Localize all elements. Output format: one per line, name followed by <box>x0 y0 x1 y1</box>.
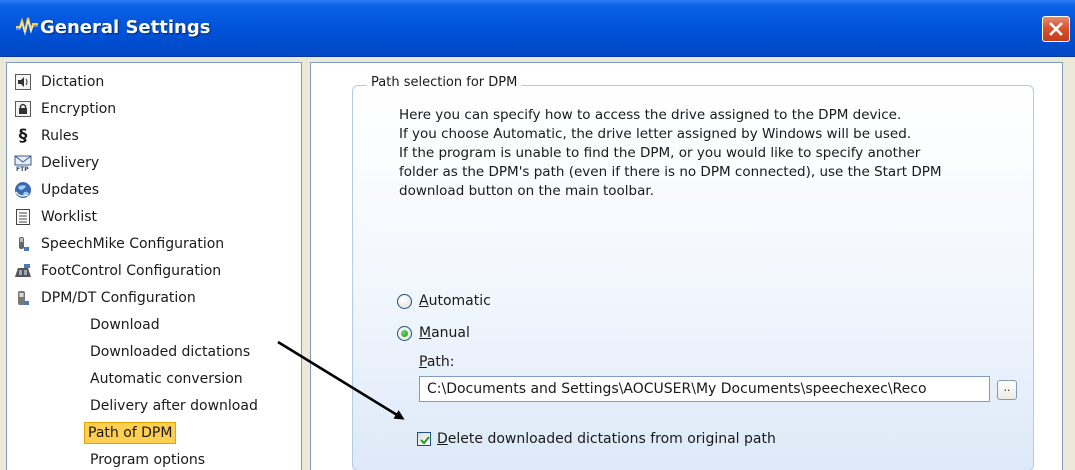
tree-item-speechmike-configuration[interactable]: SpeechMike Configuration <box>14 233 224 255</box>
tree-item-label: Delivery <box>41 155 100 171</box>
description-text: Here you can specify how to access the d… <box>399 106 999 201</box>
automatic-radio-label: Automatic <box>419 293 491 309</box>
settings-content-panel: Path selection for DPM Here you can spec… <box>310 62 1063 470</box>
label-rest: utomatic <box>428 293 491 309</box>
browse-button[interactable]: .. <box>997 380 1017 400</box>
label-rest: anual <box>431 325 470 341</box>
path-input[interactable]: C:\Documents and Settings\AOCUSER\My Doc… <box>419 376 990 402</box>
window-title: General Settings <box>40 17 211 38</box>
settings-tree: Dictation Encryption § Rules FTP Deliver… <box>6 62 302 470</box>
tree-item-dpm-dt-configuration[interactable]: DPM/DT Configuration <box>14 287 196 309</box>
tree-item-label: Updates <box>41 182 99 198</box>
tree-subitem-label: Path of DPM <box>88 425 173 441</box>
ftp-mail-icon: FTP <box>14 154 32 172</box>
access-key: M <box>419 325 432 341</box>
manual-radio-label: Manual <box>419 325 470 341</box>
tree-subitem-path-of-dpm[interactable]: Path of DPM <box>84 422 177 444</box>
section-icon: § <box>18 126 28 146</box>
tree-subitem-label: Download <box>90 317 160 333</box>
tree-item-encryption[interactable]: Encryption <box>14 98 116 120</box>
footcontrol-icon <box>14 262 32 280</box>
tree-subitem-download[interactable]: Download <box>87 314 163 336</box>
delete-dictations-checkbox[interactable]: Delete downloaded dictations from origin… <box>417 431 776 447</box>
tree-item-dictation[interactable]: Dictation <box>14 71 104 93</box>
tree-item-footcontrol-configuration[interactable]: FootControl Configuration <box>14 260 221 282</box>
tree-subitem-label: Delivery after download <box>90 398 258 414</box>
tree-item-label: Worklist <box>41 209 98 225</box>
radio-circle <box>397 325 412 341</box>
label-rest: elete downloaded dictations from origina… <box>447 431 776 447</box>
tree-item-label: DPM/DT Configuration <box>41 290 196 306</box>
delete-dictations-label: Delete downloaded dictations from origin… <box>437 431 776 447</box>
checkmark-icon <box>420 436 430 445</box>
automatic-radio[interactable]: Automatic <box>397 293 491 309</box>
radio-circle <box>397 293 412 309</box>
tree-subitem-program-options[interactable]: Program options <box>87 449 208 470</box>
description-line: If the program is unable to find the DPM… <box>399 145 921 161</box>
title-bar: General Settings <box>0 0 1075 57</box>
tree-subitem-label: Downloaded dictations <box>90 344 251 360</box>
tree-item-label: FootControl Configuration <box>41 263 222 279</box>
description-line: download button on the main toolbar. <box>399 183 654 199</box>
manual-radio[interactable]: Manual <box>397 325 470 341</box>
tree-subitem-downloaded-dictations[interactable]: Downloaded dictations <box>87 341 253 363</box>
recorder-icon <box>14 289 32 307</box>
tree-item-label: SpeechMike Configuration <box>41 236 225 252</box>
checkbox-box <box>417 432 431 446</box>
access-key: A <box>419 293 429 309</box>
tree-item-label: Rules <box>41 128 79 144</box>
tree-item-updates[interactable]: Updates <box>14 179 99 201</box>
tree-item-delivery[interactable]: FTP Delivery <box>14 152 99 174</box>
groupbox-title: Path selection for DPM <box>367 75 522 90</box>
close-button[interactable] <box>1042 16 1070 42</box>
access-key: P <box>419 354 427 370</box>
tree-subitem-delivery-after-download[interactable]: Delivery after download <box>87 395 261 417</box>
tree-subitem-label: Program options <box>90 452 206 468</box>
lock-icon <box>14 100 32 118</box>
globe-icon <box>14 181 32 199</box>
label-rest: ath: <box>426 354 455 370</box>
tree-item-label: Encryption <box>41 101 117 117</box>
description-line: If you choose Automatic, the drive lette… <box>399 126 912 142</box>
speech-waveform-icon <box>14 12 40 38</box>
close-icon <box>1049 22 1063 36</box>
tree-item-worklist[interactable]: Worklist <box>14 206 97 228</box>
microphone-icon <box>14 235 32 253</box>
dialog-client-area: Dictation Encryption § Rules FTP Deliver… <box>0 57 1075 470</box>
svg-text:FTP: FTP <box>16 166 29 172</box>
path-label: Path: <box>419 354 455 370</box>
tree-subitem-label: Automatic conversion <box>90 371 243 387</box>
description-line: Here you can specify how to access the d… <box>399 107 902 123</box>
tree-item-rules[interactable]: § Rules <box>14 125 79 147</box>
radio-selected-dot <box>401 329 408 337</box>
tree-subitem-automatic-conversion[interactable]: Automatic conversion <box>87 368 246 390</box>
tree-item-label: Dictation <box>41 74 105 90</box>
description-line: folder as the DPM's path (even if there … <box>399 164 942 180</box>
speaker-icon <box>14 73 32 91</box>
access-key: D <box>437 431 448 447</box>
list-icon <box>14 208 32 226</box>
